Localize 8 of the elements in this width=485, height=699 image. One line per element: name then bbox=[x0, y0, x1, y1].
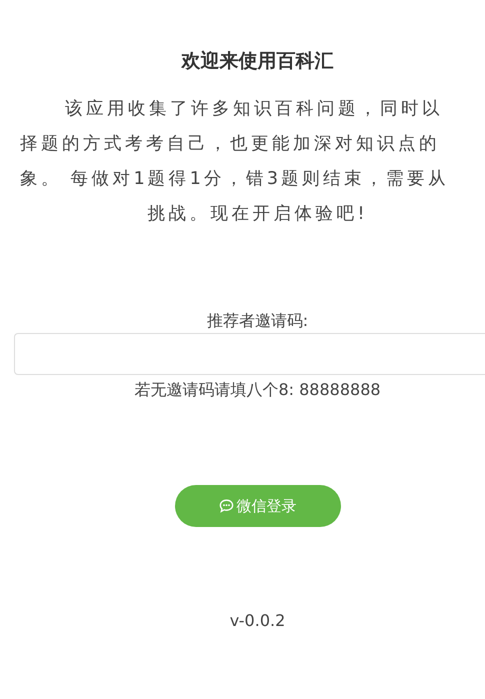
page-title: 欢迎来使用百科汇 bbox=[180, 49, 334, 74]
invite-code-label: 推荐者邀请码: bbox=[206, 310, 310, 332]
intro-paragraph: 该应用收集了许多知识百科问题，同时以 择题的方式考考自己，也更能加深对知识点的 象。 每做对1题得1分，错3题则结束，需要从 挑战。现在开启体验吧! bbox=[19, 98, 450, 226]
invite-code-hint: 若无邀请码请填八个8: 88888888 bbox=[133, 379, 382, 401]
invite-code-field[interactable] bbox=[14, 333, 485, 375]
chat-bubble-icon bbox=[218, 499, 234, 513]
version-label: v-0.0.2 bbox=[228, 611, 286, 630]
wechat-login-button[interactable]: 微信登录 bbox=[174, 485, 340, 527]
